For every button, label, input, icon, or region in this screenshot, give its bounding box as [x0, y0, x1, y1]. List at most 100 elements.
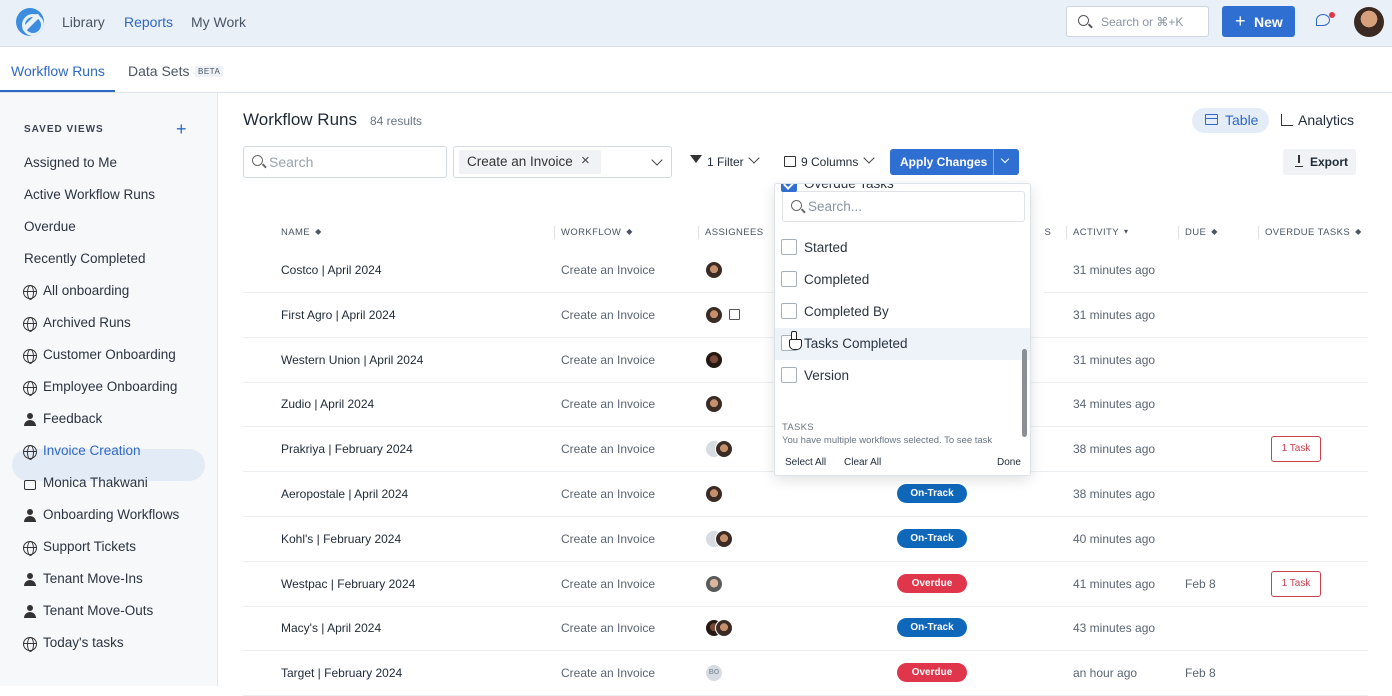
activity-cell: 41 minutes ago [1073, 576, 1156, 591]
checkbox[interactable] [781, 184, 797, 192]
sidebar-item[interactable]: Monica Thakwani [43, 475, 148, 490]
globe-icon [23, 637, 37, 652]
apply-options-chevron-icon[interactable] [1000, 154, 1010, 164]
assignee-avatar[interactable]: BO [705, 664, 723, 683]
sidebar-item[interactable]: Tenant Move-Outs [43, 603, 153, 618]
sidebar-item[interactable]: Recently Completed [24, 251, 146, 266]
view-table-toggle[interactable]: Table [1192, 108, 1269, 133]
checkbox[interactable] [781, 239, 797, 255]
runs-search-input[interactable] [243, 146, 447, 178]
column-option[interactable]: Version [775, 360, 1030, 392]
checkbox[interactable] [781, 367, 797, 383]
assignee-avatar[interactable] [705, 350, 723, 369]
assignee-avatar[interactable] [715, 619, 733, 638]
sidebar-item[interactable]: Feedback [43, 411, 102, 426]
activity-cell: 43 minutes ago [1073, 621, 1156, 636]
activity-cell: 34 minutes ago [1073, 397, 1156, 412]
overdue-task-button[interactable]: 1 Task [1271, 570, 1321, 597]
remove-chip-close-icon[interactable]: × [581, 152, 590, 169]
workflow-cell: Create an Invoice [561, 576, 656, 591]
app-logo-icon[interactable] [16, 8, 44, 36]
new-button[interactable]: + New [1222, 6, 1295, 37]
user-avatar[interactable] [1354, 7, 1384, 37]
column-option[interactable]: Started [775, 232, 1030, 264]
workflow-cell: Create an Invoice [561, 442, 656, 457]
header-due[interactable]: DUE ◆ [1185, 227, 1218, 238]
activity-cell: 31 minutes ago [1073, 263, 1156, 277]
edit-icon[interactable] [729, 309, 740, 320]
globe-icon [23, 349, 37, 364]
nav-my-work[interactable]: My Work [191, 14, 246, 30]
assignee-avatar[interactable] [715, 440, 733, 459]
run-name-link[interactable]: Western Union | April 2024 [281, 353, 423, 367]
run-name-link[interactable]: Costco | April 2024 [281, 263, 382, 277]
run-name-link[interactable]: Westpac | February 2024 [281, 577, 415, 591]
report-tabs: Workflow Runs Data Sets BETA [0, 47, 1392, 93]
table-icon [1205, 114, 1218, 125]
search-icon [1078, 15, 1089, 26]
sidebar-item[interactable]: Active Workflow Runs [24, 187, 155, 202]
select-all-button[interactable]: Select All [785, 457, 826, 468]
sidebar-item[interactable]: Tenant Move-Ins [43, 571, 143, 586]
assignee-avatar[interactable] [715, 529, 733, 548]
column-option[interactable]: Completed [775, 264, 1030, 296]
sidebar-item[interactable]: Invoice Creation [43, 443, 141, 458]
column-divider [1178, 226, 1179, 239]
header-name[interactable]: NAME ◆ [281, 227, 322, 238]
run-name-link[interactable]: Prakriya | February 2024 [281, 442, 413, 456]
nav-reports[interactable]: Reports [124, 14, 173, 30]
chat-icon[interactable] [1316, 14, 1330, 26]
column-option[interactable]: Completed By [775, 296, 1030, 328]
workflow-cell: Create an Invoice [561, 487, 656, 501]
apply-changes-button[interactable]: Apply Changes [890, 149, 1019, 175]
add-view-plus-icon[interactable]: + [176, 119, 187, 140]
sidebar-item[interactable]: Overdue [24, 219, 76, 234]
sidebar-item[interactable]: Assigned to Me [24, 155, 117, 170]
assignee-avatar[interactable] [705, 305, 723, 324]
clear-all-button[interactable]: Clear All [844, 457, 881, 468]
assignee-avatar[interactable] [705, 485, 723, 503]
sidebar-item[interactable]: Support Tickets [43, 539, 136, 554]
global-search[interactable]: Search or ⌘+K [1066, 6, 1209, 37]
checkbox[interactable] [781, 271, 797, 287]
header-workflow[interactable]: WORKFLOW ◆ [561, 227, 633, 238]
run-name-link[interactable]: Zudio | April 2024 [281, 397, 374, 411]
scrollbar[interactable] [1022, 349, 1027, 437]
workflow-cell: Create an Invoice [561, 352, 656, 367]
run-name-link[interactable]: Macy's | April 2024 [281, 621, 381, 635]
workflow-select[interactable]: Create an Invoice × [453, 146, 672, 178]
run-name-link[interactable]: First Agro | April 2024 [281, 308, 396, 322]
header-overdue-tasks[interactable]: OVERDUE TASKS ◆ [1265, 227, 1362, 238]
nav-library[interactable]: Library [62, 14, 105, 30]
lock-icon [24, 480, 36, 490]
column-option-label: Version [804, 368, 850, 383]
sort-icon: ◆ [626, 227, 633, 236]
checkbox[interactable] [781, 303, 797, 319]
saved-views-sidebar: SAVED VIEWS + Assigned to Me Active Workf… [0, 93, 218, 686]
header-activity[interactable]: ACTIVITY ▾ [1073, 227, 1128, 238]
run-name-link[interactable]: Kohl's | February 2024 [281, 532, 401, 546]
status-badge: Overdue [897, 573, 967, 593]
export-button[interactable]: Export [1283, 149, 1356, 175]
assignee-avatar[interactable] [705, 261, 723, 279]
overdue-task-button[interactable]: 1 Task [1271, 436, 1321, 463]
sidebar-item[interactable]: Onboarding Workflows [43, 507, 179, 522]
sidebar-item[interactable]: Today's tasks [43, 635, 124, 650]
assignee-avatar[interactable] [705, 395, 723, 414]
tab-data-sets[interactable]: Data Sets [128, 63, 189, 79]
sidebar-item[interactable]: All onboarding [43, 283, 129, 298]
done-button[interactable]: Done [997, 457, 1021, 468]
sidebar-item[interactable]: Employee Onboarding [43, 379, 177, 394]
sidebar-item[interactable]: Archived Runs [43, 315, 131, 330]
run-name-link[interactable]: Target | February 2024 [281, 666, 402, 680]
tab-workflow-runs[interactable]: Workflow Runs [11, 63, 105, 79]
column-option[interactable]: Overdue Tasks [775, 184, 1030, 200]
column-option[interactable]: Tasks Completed [775, 328, 1030, 360]
run-name-link[interactable]: Aeropostale | April 2024 [281, 487, 408, 501]
header-assignees[interactable]: ASSIGNEES [705, 227, 764, 238]
assignee-avatar[interactable] [705, 574, 723, 593]
activity-cell: 38 minutes ago [1073, 442, 1156, 457]
sidebar-item[interactable]: Customer Onboarding [43, 347, 176, 362]
column-option-label: Overdue Tasks [804, 184, 894, 191]
people-icon [23, 605, 37, 619]
